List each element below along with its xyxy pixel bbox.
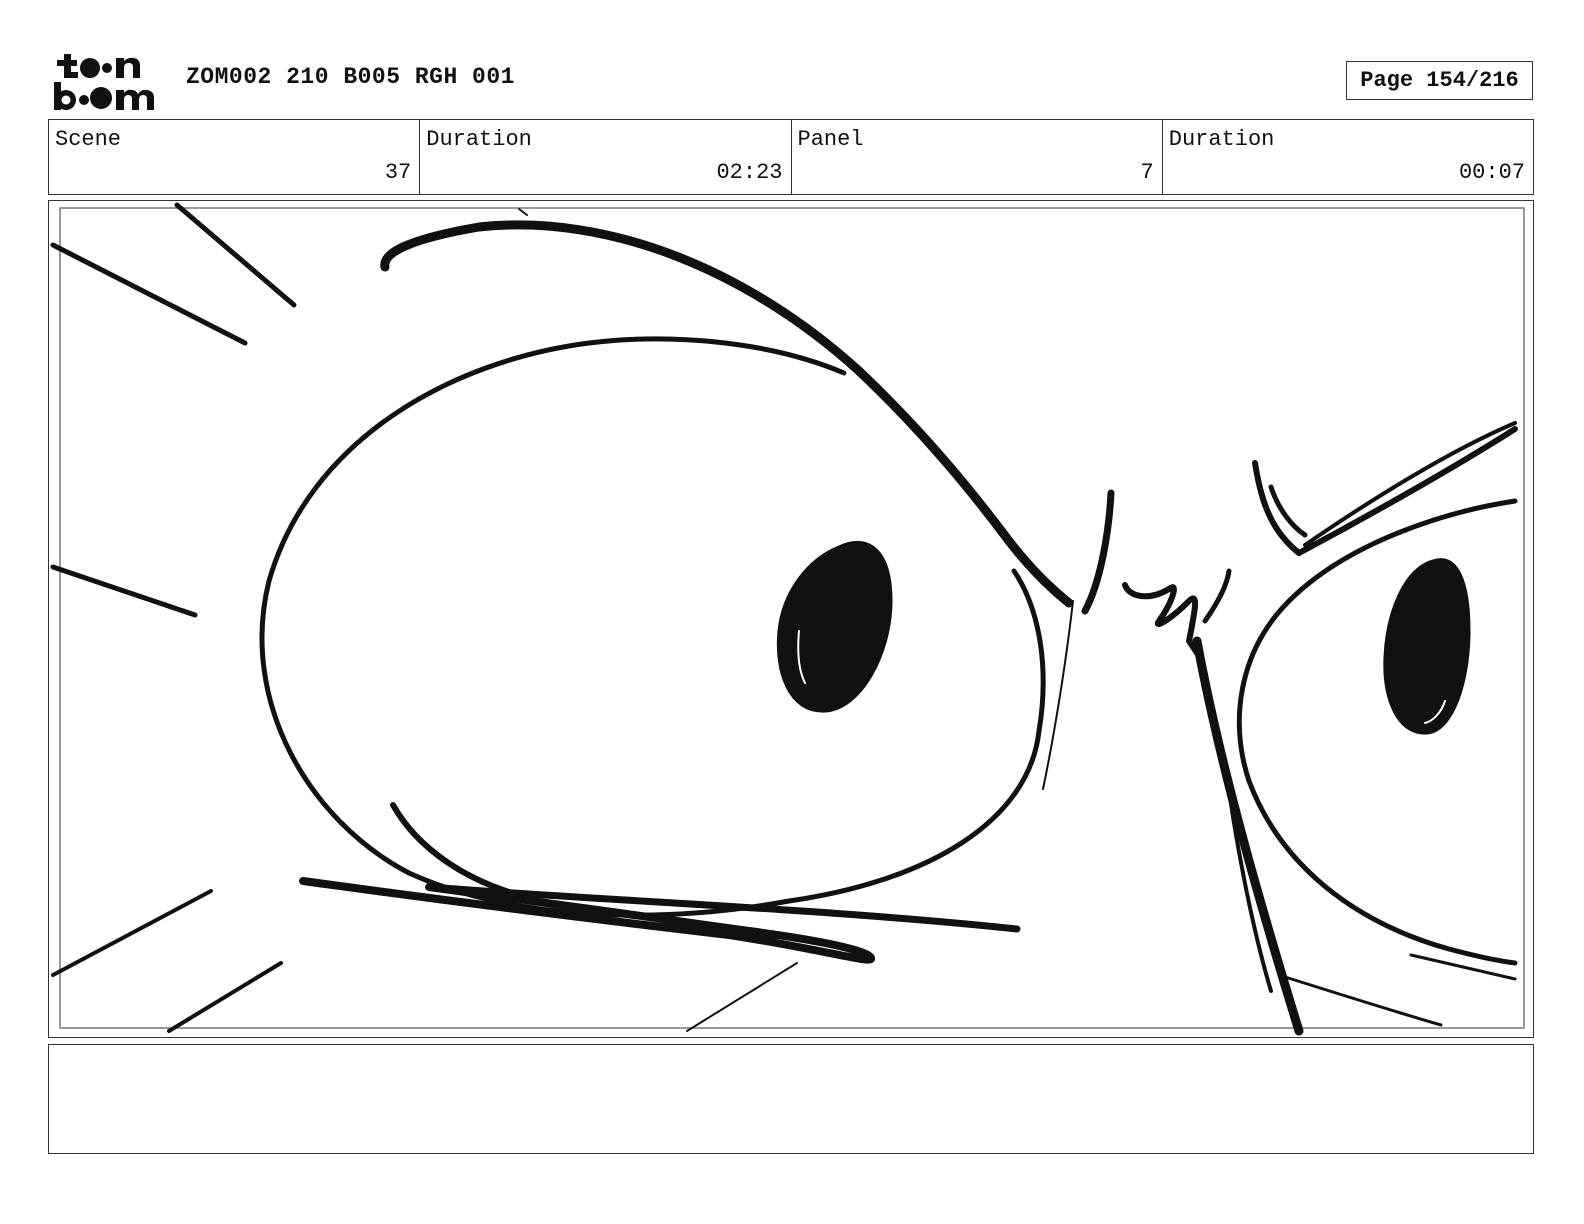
scene-duration-value: 02:23 [716,160,783,185]
panel-duration-label: Duration [1168,127,1275,152]
storyboard-panel [48,200,1534,1038]
page-number: Page 154/216 [1360,68,1519,93]
panel-cell: Panel 7 [792,120,1163,194]
scene-value: 37 [384,160,412,185]
scene-label: Scene [55,127,122,152]
panel-duration-value: 00:07 [1458,160,1525,185]
panel-duration-cell: Duration 00:07 [1163,120,1533,194]
scene-duration-cell: Duration 02:23 [420,120,792,194]
toon-boom-logo-icon [52,50,164,112]
page-number-box: Page 154/216 [1346,61,1533,100]
scene-info-row: Scene 37 Duration 02:23 Panel 7 Duration… [48,119,1534,195]
panel-value: 7 [1140,160,1154,185]
scene-duration-label: Duration [426,127,532,152]
document-title: ZOM002 210 B005 RGH 001 [186,64,515,90]
scene-cell: Scene 37 [49,120,421,194]
storyboard-sketch-eyes-icon [50,202,1525,1036]
panel-notes-box [48,1044,1534,1154]
panel-label: Panel [797,127,864,152]
